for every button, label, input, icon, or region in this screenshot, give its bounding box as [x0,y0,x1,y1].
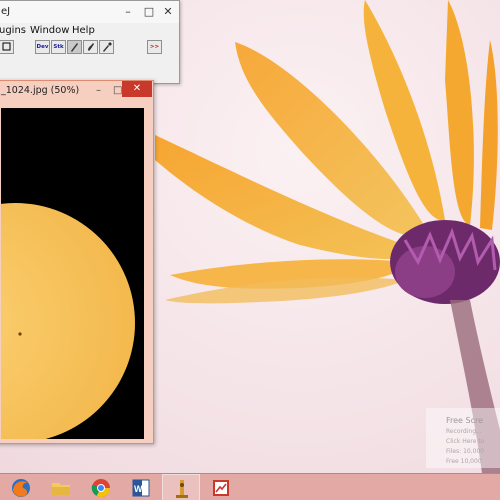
menu-help[interactable]: Help [72,25,95,36]
desktop: eJ – □ ✕ ugins Window Help Dev Stk >> _1… [0,0,500,500]
imagej-statusbar [0,57,179,81]
image-window: _1024.jpg (50%) – □ ✕ [0,80,154,444]
close-button[interactable]: ✕ [158,3,178,20]
chrome-icon [91,479,110,498]
svg-text:W: W [134,484,143,494]
sun-image [0,108,144,443]
taskbar-explorer[interactable] [42,474,80,500]
menu-window[interactable]: Window [30,25,69,36]
brush-tool-icon[interactable] [83,40,98,54]
imagej-icon [176,480,188,498]
taskbar: W [0,473,500,500]
image-close-button[interactable]: ✕ [122,81,152,97]
pen-tool-icon[interactable] [67,40,82,54]
taskbar-recorder[interactable] [202,474,240,500]
taskbar-firefox[interactable] [2,474,40,500]
dev-menu-icon[interactable]: Dev [35,40,50,54]
file-explorer-icon [52,483,70,495]
rectangle-select-icon[interactable] [0,40,14,54]
image-minimize-button[interactable]: – [96,85,101,96]
firefox-icon [12,479,30,497]
word-icon: W [132,479,150,497]
stk-menu-icon[interactable]: Stk [51,40,66,54]
taskbar-imagej[interactable] [162,474,200,500]
watermark-line: Recording... [446,428,482,435]
imagej-menubar: ugins Window Help [0,25,179,39]
watermark-title: Free Scre [446,416,484,425]
image-canvas[interactable] [0,108,144,443]
taskbar-chrome[interactable] [82,474,120,500]
watermark-line: Free 10,000 [446,458,482,465]
imagej-titlebar[interactable]: eJ – □ ✕ [0,1,179,23]
maximize-button[interactable]: □ [140,3,158,20]
menu-plugins[interactable]: ugins [0,25,26,36]
imagej-window-title: eJ [1,6,11,17]
watermark-line: Click Here to [446,438,485,445]
minimize-button[interactable]: – [119,3,137,20]
image-window-title: _1024.jpg (50%) [1,85,80,96]
imagej-toolbar: Dev Stk >> [0,40,179,55]
taskbar-word[interactable]: W [122,474,160,500]
eyedropper-tool-icon[interactable] [99,40,114,54]
watermark-line: Files: 10,000 [446,448,485,455]
more-tools-icon[interactable]: >> [147,40,162,54]
imagej-main-window: eJ – □ ✕ ugins Window Help Dev Stk >> [0,0,180,84]
screen-recorder-icon [213,480,229,496]
